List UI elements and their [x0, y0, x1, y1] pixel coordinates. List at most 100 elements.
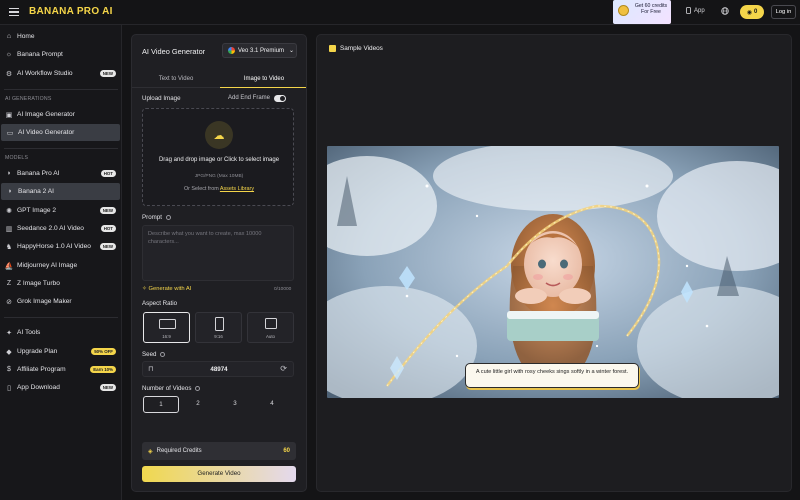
sidebar-item-home[interactable]: ⌂ Home: [0, 28, 121, 45]
top-bar: BANANA PRO AI Get 60 credits For Free Ap…: [0, 0, 800, 25]
video-icon: ▭: [6, 129, 14, 137]
videos-label: Number of Videos: [142, 385, 201, 392]
aspect-option-auto[interactable]: Auto: [247, 312, 294, 343]
info-icon[interactable]: [160, 351, 166, 357]
phone-icon: [686, 7, 691, 14]
tools-icon: ✦: [6, 329, 12, 337]
sparkle-icon: ✧: [142, 286, 147, 292]
sidebar: ⌂ Home ☼ Banana Prompt ⚙ AI Workflow Stu…: [0, 25, 122, 500]
sidebar-item-ai-tools[interactable]: ✦ AI Tools: [0, 324, 121, 341]
section-title-models: MODELS: [5, 155, 29, 161]
sidebar-item-label: Home: [17, 33, 35, 40]
refresh-icon[interactable]: ⟳: [280, 364, 287, 373]
login-button[interactable]: Log in: [771, 5, 796, 19]
new-badge: NEW: [99, 207, 116, 214]
diamond-icon: ◆: [6, 348, 12, 356]
credits-balance[interactable]: ◉ 0: [740, 5, 764, 19]
hot-badge: HOT: [100, 170, 116, 177]
required-credits-label: Required Credits: [156, 448, 202, 454]
brand-logo[interactable]: BANANA PRO AI: [29, 6, 113, 17]
hot-badge: HOT: [100, 225, 116, 232]
banana-icon: ◗: [7, 188, 13, 195]
aspect-option-label: 16:9: [162, 334, 171, 339]
new-badge: NEW: [99, 70, 116, 77]
upload-select-prefix: Or Select from: [183, 186, 219, 192]
sidebar-item-upgrade[interactable]: ◆ Upgrade Plan 50% OFF: [0, 343, 121, 360]
dollar-icon: $: [7, 366, 11, 373]
aspect-option-label: 9:16: [214, 334, 223, 339]
seed-input[interactable]: ⊓ 48974 ⟳: [142, 361, 294, 377]
sidebar-item-gpt-image-2[interactable]: ✺ GPT Image 2 NEW: [0, 202, 121, 219]
required-credits-bar: ◈ Required Credits 60: [142, 442, 296, 460]
sidebar-item-label: HappyHorse 1.0 AI Video: [17, 243, 91, 250]
earn-badge: Earn 10%: [90, 366, 116, 373]
sidebar-item-happyhorse[interactable]: ♞ HappyHorse 1.0 AI Video NEW: [0, 238, 121, 255]
upload-formats: JPG/PNG (Max 10MB): [194, 174, 244, 179]
generate-with-ai-label: Generate with AI: [148, 286, 192, 292]
sidebar-item-workflow-studio[interactable]: ⚙ AI Workflow Studio NEW: [0, 65, 121, 82]
sidebar-item-grok[interactable]: ⊘ Grok Image Maker: [0, 293, 121, 310]
prompt-input[interactable]: Describe what you want to create, max 10…: [142, 225, 294, 281]
upload-dropzone[interactable]: ☁ Drag and drop image or Click to select…: [142, 108, 294, 206]
required-credits-value: 60: [283, 448, 290, 454]
film-icon: [329, 45, 336, 52]
google-icon: [228, 47, 235, 54]
tab-text-to-video[interactable]: Text to Video: [132, 73, 220, 88]
bulb-icon: ☼: [5, 51, 13, 58]
generate-video-button[interactable]: Generate Video: [142, 466, 296, 482]
divider: [4, 89, 118, 90]
aspect-option-9-16[interactable]: 9:16: [195, 312, 242, 343]
sidebar-item-label: Affiliate Program: [17, 366, 66, 373]
sidebar-item-banana-pro[interactable]: ◗ Banana Pro AI HOT: [0, 165, 121, 182]
sidebar-item-seedance[interactable]: ▥ Seedance 2.0 AI Video HOT: [0, 220, 121, 237]
sidebar-item-banana-2[interactable]: ◗ Banana 2 AI: [1, 183, 120, 200]
credits-count: 0: [753, 9, 758, 15]
seed-label: Seed: [142, 351, 166, 358]
grok-icon: ⊘: [6, 298, 12, 306]
sample-video[interactable]: [327, 146, 779, 398]
video-count-2[interactable]: 2: [180, 396, 216, 413]
sidebar-item-app-download[interactable]: ▯ App Download NEW: [0, 379, 121, 396]
horse-icon: ♞: [5, 243, 13, 251]
end-frame-label: Add End Frame: [228, 95, 271, 101]
winter-scene-image: [327, 146, 779, 398]
openai-icon: ✺: [6, 207, 12, 215]
phone-icon: ▯: [7, 384, 11, 392]
end-frame-toggle[interactable]: [274, 95, 286, 102]
generate-with-ai-button[interactable]: ✧ Generate with AI: [142, 286, 191, 292]
language-button[interactable]: [721, 7, 729, 15]
sidebar-item-midjourney[interactable]: ⛵ Midjourney AI Image: [0, 257, 121, 274]
panel-title: AI Video Generator: [142, 47, 206, 56]
sidebar-item-label: GPT Image 2: [17, 207, 57, 214]
model-select[interactable]: Veo 3.1 Premium ⌄: [222, 43, 297, 58]
portrait-icon: [215, 317, 224, 331]
sidebar-item-affiliate[interactable]: $ Affiliate Program Earn 10%: [0, 361, 121, 378]
seed-label-text: Seed: [142, 351, 157, 358]
sidebar-item-z-image[interactable]: Z Z Image Turbo: [0, 275, 121, 292]
tab-image-to-video[interactable]: Image to Video: [220, 73, 306, 88]
z-icon: Z: [6, 280, 12, 287]
coin-icon: ◉: [746, 9, 752, 16]
aspect-option-16-9[interactable]: 16:9: [143, 312, 190, 343]
video-count-1[interactable]: 1: [143, 396, 179, 413]
video-count-4[interactable]: 4: [254, 396, 290, 413]
banana-icon: ◗: [6, 170, 12, 177]
video-count-3[interactable]: 3: [217, 396, 253, 413]
scroll-fade: [132, 423, 306, 435]
sidebar-item-label: App Download: [17, 384, 60, 391]
assets-library-link[interactable]: Assets Library: [220, 186, 254, 192]
sidebar-item-label: AI Workflow Studio: [17, 70, 73, 77]
sidebar-item-video-generator[interactable]: ▭ AI Video Generator: [1, 124, 120, 141]
app-button[interactable]: App: [686, 7, 705, 14]
sidebar-item-banana-prompt[interactable]: ☼ Banana Prompt: [0, 46, 121, 63]
seedance-icon: ▥: [5, 225, 13, 233]
coin-icon: [618, 5, 629, 16]
info-icon[interactable]: [165, 214, 171, 220]
sidebar-item-image-generator[interactable]: ▣ AI Image Generator: [0, 106, 121, 123]
aspect-ratio-label: Aspect Ratio: [142, 300, 178, 307]
sail-icon: ⛵: [4, 262, 14, 270]
menu-icon[interactable]: [9, 8, 19, 17]
sample-caption: A cute little girl with rosy cheeks sing…: [465, 363, 639, 388]
info-icon[interactable]: [195, 385, 201, 391]
promo-banner[interactable]: Get 60 credits For Free: [613, 0, 671, 24]
